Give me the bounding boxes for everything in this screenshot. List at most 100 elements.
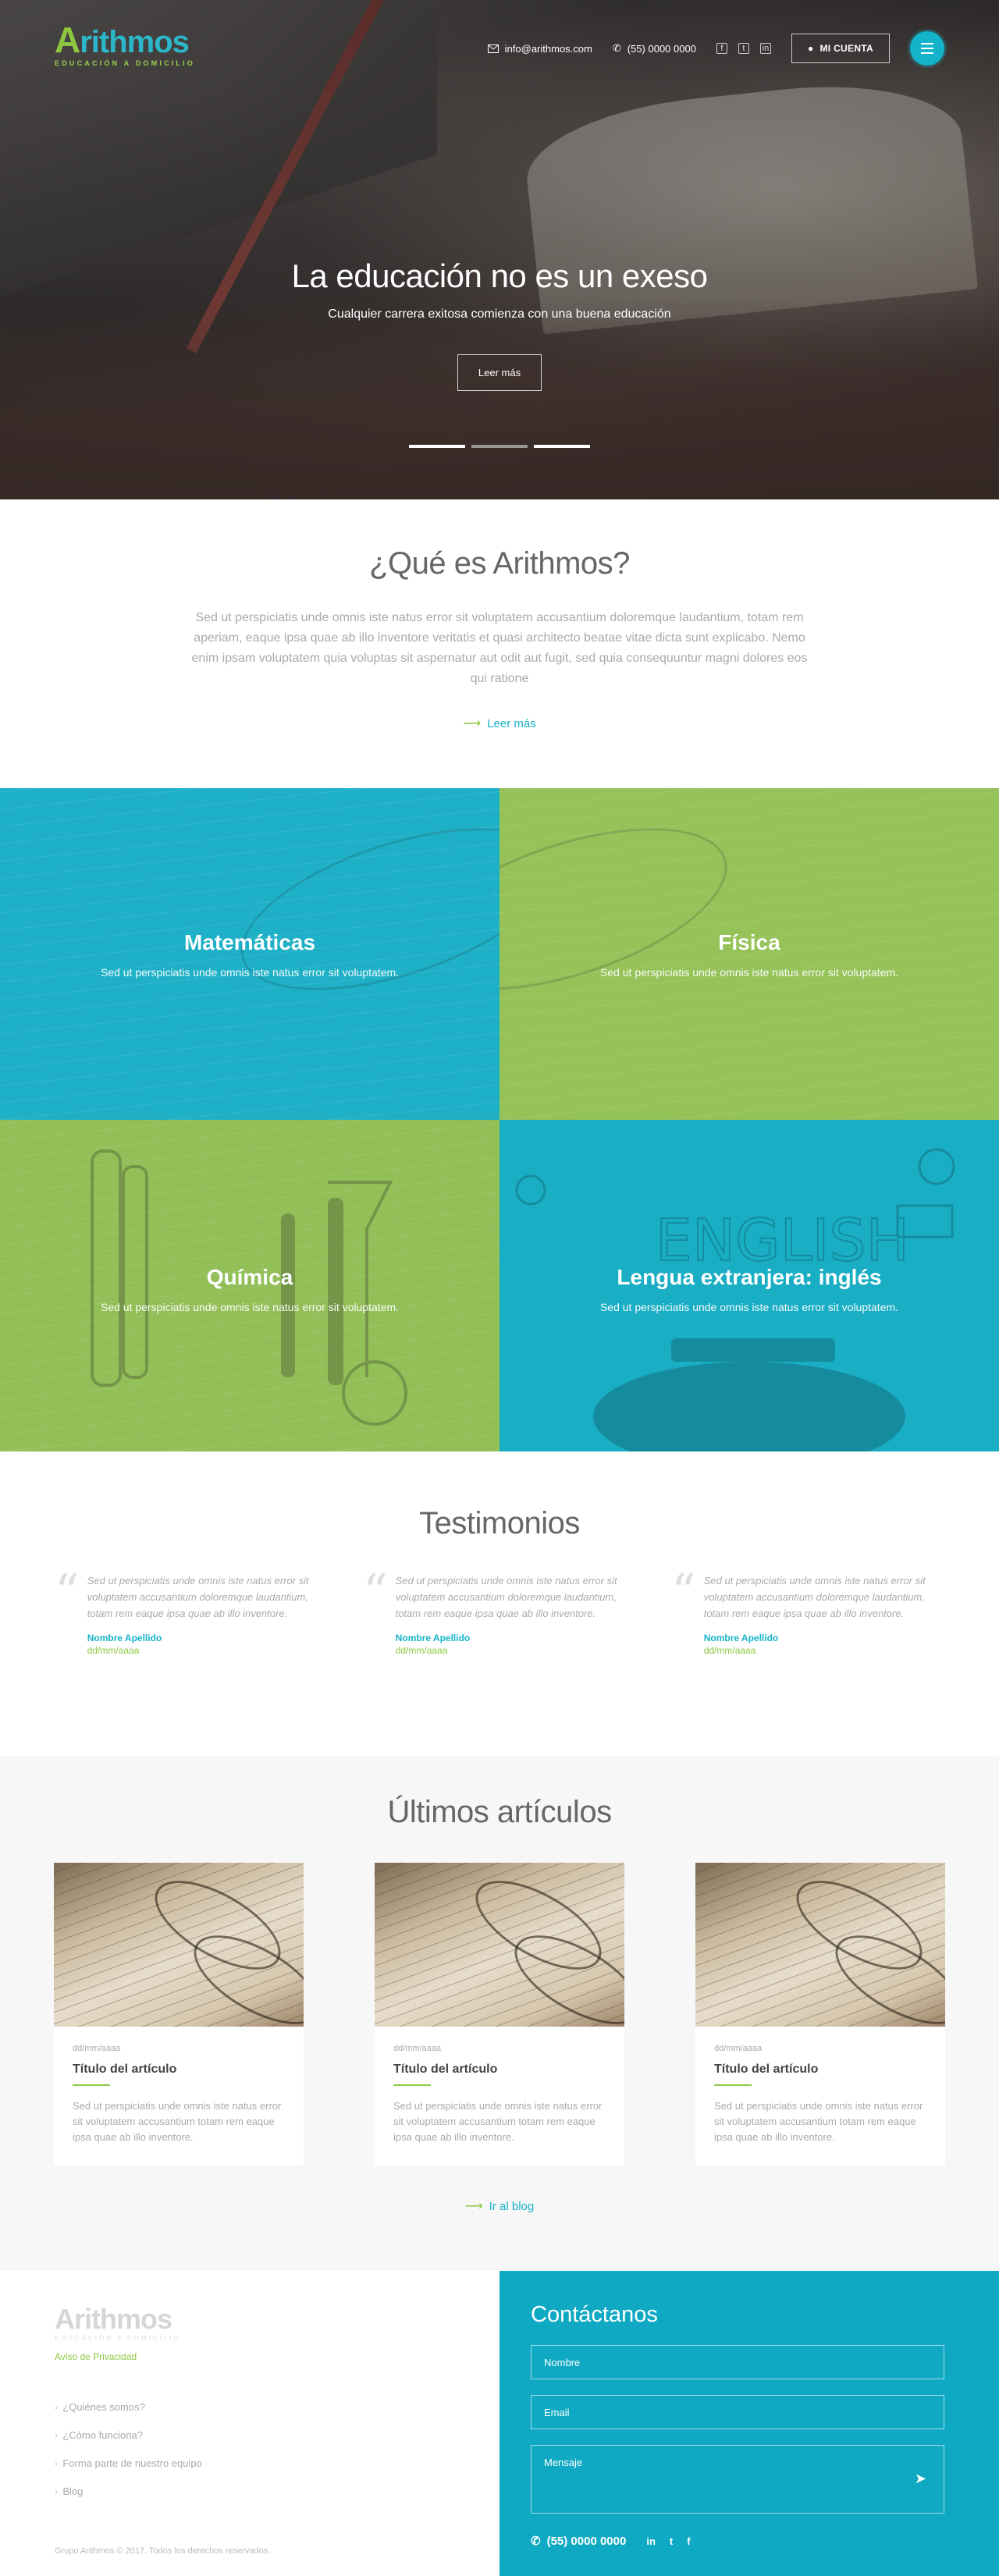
footer-logo[interactable]: Arithmos — [55, 2305, 445, 2333]
article-image — [695, 1863, 945, 2027]
subject-title: Física — [718, 930, 780, 954]
slider-dot-2[interactable] — [471, 445, 528, 448]
article-title[interactable]: Título del artículo — [714, 2063, 926, 2077]
subject-desc: Sed ut perspiciatis unde omnis iste natu… — [100, 966, 400, 979]
linkedin-icon[interactable]: in — [759, 43, 771, 54]
testimonial-item: “ Sed ut perspiciatis unde omnis iste na… — [363, 1563, 636, 1657]
envelope-icon — [487, 44, 499, 53]
footer-link-join-team[interactable]: Forma parte de nuestro equipo — [55, 2457, 445, 2469]
twitter-icon[interactable]: t — [738, 43, 749, 54]
quote-icon: “ — [671, 1563, 696, 1620]
send-icon[interactable]: ➤ — [915, 2471, 926, 2487]
privacy-link[interactable]: Aviso de Privacidad — [55, 2351, 445, 2362]
slider-pagination — [0, 445, 999, 448]
footer-social-links: in t f — [646, 2535, 690, 2547]
article-title[interactable]: Título del artículo — [393, 2063, 606, 2077]
testimonial-text: Sed ut perspiciatis unde omnis iste natu… — [703, 1575, 926, 1619]
hero-content: La educación no es un exeso Cualquier ca… — [0, 258, 999, 391]
hamburger-line — [921, 52, 933, 54]
testimonial-date: dd/mm/aaaa — [87, 1645, 140, 1656]
my-account-label: MI CUENTA — [819, 43, 873, 54]
hamburger-line — [921, 48, 933, 49]
my-account-button[interactable]: ● MI CUENTA — [791, 34, 890, 63]
subject-tile-chemistry[interactable]: Química Sed ut perspiciatis unde omnis i… — [0, 1120, 500, 1451]
footer-link-about[interactable]: ¿Quiénes somos? — [55, 2401, 445, 2413]
quote-icon: “ — [363, 1563, 388, 1620]
article-date: dd/mm/aaaa — [73, 2044, 121, 2053]
article-image — [375, 1863, 624, 2027]
contact-panel: Contáctanos Nombre Email Mensaje ➤ ✆ (55… — [500, 2271, 999, 2576]
footer-link-blog[interactable]: Blog — [55, 2485, 445, 2497]
hero-title: La educación no es un exeso — [291, 258, 708, 294]
testimonial-item: “ Sed ut perspiciatis unde omnis iste na… — [55, 1568, 328, 1657]
subject-tile-physics[interactable]: Física Sed ut perspiciatis unde omnis is… — [500, 788, 999, 1120]
linkedin-icon[interactable]: in — [646, 2535, 656, 2547]
contact-phone-text: (55) 0000 0000 — [546, 2534, 627, 2548]
about-section: ¿Qué es Arithmos? Sed ut perspiciatis un… — [0, 499, 999, 788]
hero-subtitle: Cualquier carrera exitosa comienza con u… — [328, 307, 671, 321]
article-date: dd/mm/aaaa — [714, 2044, 763, 2053]
article-divider — [73, 2084, 110, 2086]
testimonials-section: Testimonios “ Sed ut perspiciatis unde o… — [0, 1451, 999, 1756]
slider-dot-1[interactable] — [409, 445, 465, 448]
subject-tile-english[interactable]: ENGLISH Lengua extranjera: inglés Sed ut… — [500, 1120, 999, 1451]
footer-left: Arithmos EDUCACIÓN A DOMICILIO Aviso de … — [0, 2271, 500, 2576]
hero-read-more-button[interactable]: Leer más — [457, 354, 542, 391]
subject-tile-math[interactable]: Matemáticas Sed ut perspiciatis unde omn… — [0, 788, 500, 1120]
nav-email-text: info@arithmos.com — [504, 42, 592, 55]
article-excerpt: Sed ut perspiciatis unde omnis iste natu… — [393, 2100, 603, 2143]
testimonial-item: “ Sed ut perspiciatis unde omnis iste na… — [671, 1563, 944, 1657]
logo-wordmark: Arithmos — [55, 22, 195, 58]
subject-title: Lengua extranjera: inglés — [617, 1265, 882, 1289]
nav-social-links: f t in — [716, 43, 771, 54]
articles-section: Últimos artículos dd/mm/aaaa Título del … — [0, 1756, 999, 2271]
contact-message-field[interactable]: Mensaje ➤ — [531, 2445, 944, 2514]
article-card[interactable]: dd/mm/aaaa Título del artículo Sed ut pe… — [695, 1863, 945, 2166]
nav-right: info@arithmos.com ✆ (55) 0000 0000 f t i… — [487, 31, 944, 66]
articles-title: Últimos artículos — [387, 1795, 612, 1829]
facebook-icon[interactable]: f — [716, 43, 727, 54]
articles-list: dd/mm/aaaa Título del artículo Sed ut pe… — [54, 1863, 945, 2166]
about-title: ¿Qué es Arithmos? — [369, 546, 630, 581]
contact-bottom: ✆ (55) 0000 0000 in t f — [531, 2534, 691, 2549]
menu-button[interactable] — [910, 31, 944, 66]
logo-tagline: EDUCACIÓN A DOMICILIO — [55, 59, 196, 67]
testimonial-name: Nombre Apellido — [395, 1633, 471, 1643]
subject-title: Química — [206, 1265, 293, 1289]
article-excerpt: Sed ut perspiciatis unde omnis iste natu… — [73, 2100, 282, 2143]
article-card[interactable]: dd/mm/aaaa Título del artículo Sed ut pe… — [375, 1863, 624, 2166]
copyright: Grupo Arithmos © 2017. Todos los derecho… — [55, 2546, 271, 2556]
article-excerpt: Sed ut perspiciatis unde omnis iste natu… — [714, 2100, 923, 2143]
testimonial-date: dd/mm/aaaa — [703, 1645, 756, 1656]
testimonial-text: Sed ut perspiciatis unde omnis iste natu… — [87, 1575, 309, 1619]
footer-links: ¿Quiénes somos? ¿Cómo funciona? Forma pa… — [55, 2401, 445, 2497]
blog-link[interactable]: ⟶ Ir al blog — [465, 2198, 534, 2214]
contact-email-field[interactable]: Email — [531, 2395, 944, 2429]
phone-icon: ✆ — [612, 42, 621, 54]
article-divider — [393, 2084, 431, 2086]
about-read-more-link[interactable]: ⟶ Leer más — [463, 716, 535, 731]
arrow-right-icon: ⟶ — [464, 2200, 483, 2213]
user-icon: ● — [807, 43, 814, 54]
article-title[interactable]: Título del artículo — [73, 2063, 285, 2077]
footer-logo-tagline: EDUCACIÓN A DOMICILIO — [55, 2335, 181, 2342]
nav-email[interactable]: info@arithmos.com — [487, 42, 592, 55]
logo-letter: A — [55, 20, 80, 60]
nav-phone[interactable]: ✆ (55) 0000 0000 — [613, 42, 696, 55]
article-date: dd/mm/aaaa — [393, 2044, 442, 2053]
footer-link-how-it-works[interactable]: ¿Cómo funciona? — [55, 2429, 445, 2441]
site-logo[interactable]: Arithmos EDUCACIÓN A DOMICILIO — [55, 22, 195, 67]
contact-name-field[interactable]: Nombre — [531, 2345, 944, 2379]
about-read-more-label: Leer más — [487, 716, 536, 730]
facebook-icon[interactable]: f — [687, 2535, 690, 2547]
subject-desc: Sed ut perspiciatis unde omnis iste natu… — [599, 966, 899, 979]
contact-phone[interactable]: ✆ (55) 0000 0000 — [531, 2534, 627, 2549]
testimonials-list: “ Sed ut perspiciatis unde omnis iste na… — [55, 1563, 944, 1657]
phone-icon: ✆ — [531, 2535, 541, 2548]
arrow-right-icon: ⟶ — [463, 717, 482, 730]
nav-phone-text: (55) 0000 0000 — [627, 42, 696, 55]
twitter-icon[interactable]: t — [670, 2535, 673, 2547]
article-image — [54, 1863, 304, 2027]
article-card[interactable]: dd/mm/aaaa Título del artículo Sed ut pe… — [54, 1863, 304, 2166]
slider-dot-3[interactable] — [534, 445, 590, 448]
